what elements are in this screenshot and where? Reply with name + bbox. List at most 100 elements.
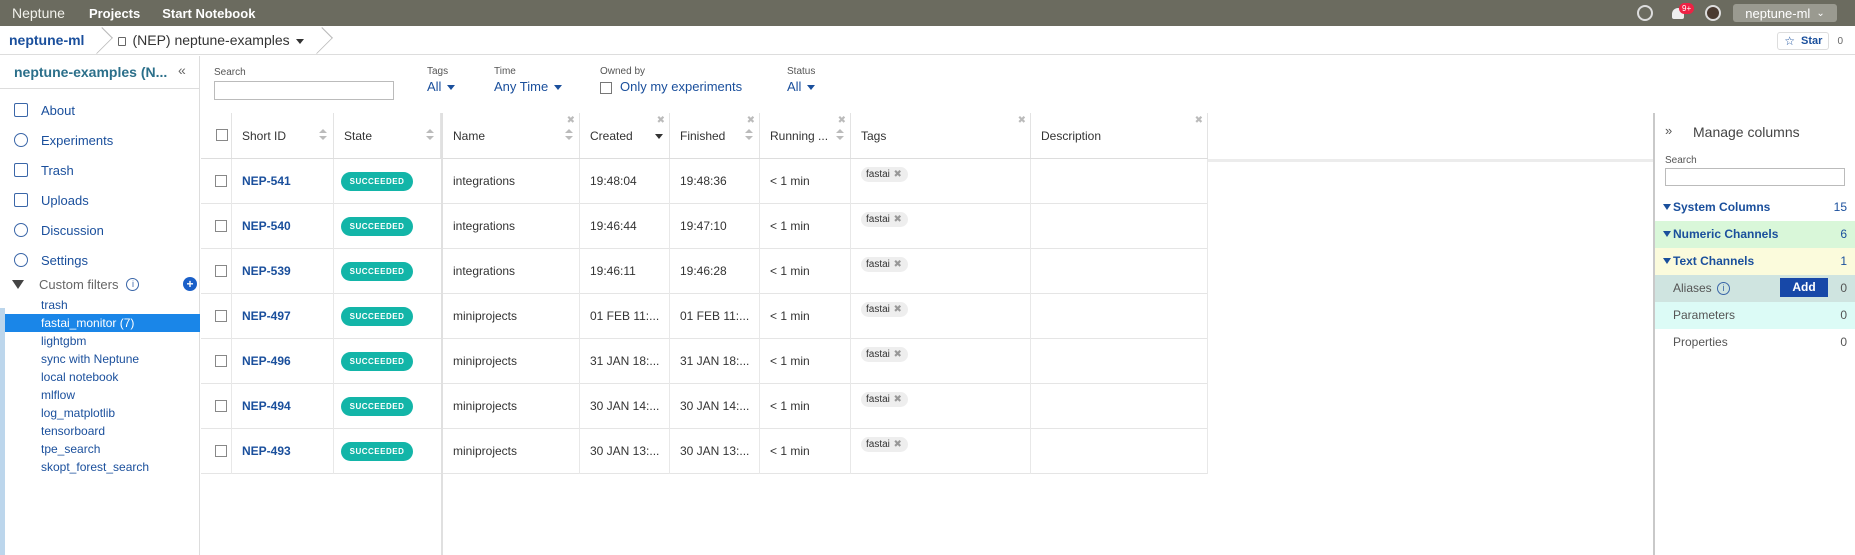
experiment-id-link[interactable]: NEP-494 <box>242 399 291 413</box>
nav-projects[interactable]: Projects <box>89 6 140 21</box>
remove-tag-icon[interactable]: ✖ <box>894 302 902 317</box>
tags-dropdown[interactable]: All <box>427 79 456 94</box>
nav-start-notebook[interactable]: Start Notebook <box>162 6 255 21</box>
column-name[interactable]: Name ✖ <box>443 113 580 158</box>
filter-item-log-matplotlib[interactable]: log_matplotlib <box>5 404 200 422</box>
remove-tag-icon[interactable]: ✖ <box>894 257 902 272</box>
filter-item-fastai-monitor[interactable]: fastai_monitor (7) <box>5 314 200 332</box>
close-icon[interactable]: ✖ <box>838 115 846 126</box>
description-cell[interactable] <box>1031 249 1208 294</box>
filter-item-skopt-forest-search[interactable]: skopt_forest_search <box>5 458 200 476</box>
add-filter-icon[interactable]: + <box>183 277 197 291</box>
status-dropdown[interactable]: All <box>787 79 816 94</box>
table-row[interactable]: NEP-493 SUCCEEDED miniprojects 30 JAN 13:..… <box>201 429 1208 474</box>
only-my-experiments-checkbox[interactable]: Only my experiments <box>600 79 742 94</box>
sidebar-item-uploads[interactable]: Uploads <box>14 190 89 210</box>
row-checkbox[interactable] <box>215 355 227 367</box>
sidebar-item-experiments[interactable]: Experiments <box>14 130 113 150</box>
table-row[interactable]: NEP-540 SUCCEEDED integrations 19:46:44 19:4… <box>201 204 1208 249</box>
column-group-aliases[interactable]: Aliases i Add 0 <box>1655 275 1855 302</box>
sort-icon[interactable] <box>426 129 434 141</box>
column-description[interactable]: Description ✖ <box>1031 113 1208 158</box>
search-input[interactable] <box>214 81 394 100</box>
close-icon[interactable]: ✖ <box>1018 115 1026 126</box>
remove-tag-icon[interactable]: ✖ <box>894 392 902 407</box>
row-checkbox[interactable] <box>215 400 227 412</box>
close-icon[interactable]: ✖ <box>657 115 665 126</box>
filter-item-lightgbm[interactable]: lightgbm <box>5 332 200 350</box>
description-cell[interactable] <box>1031 384 1208 429</box>
row-checkbox[interactable] <box>215 265 227 277</box>
tag-chip[interactable]: fastai ✖ <box>861 257 908 272</box>
tag-chip[interactable]: fastai ✖ <box>861 347 908 362</box>
experiment-id-link[interactable]: NEP-541 <box>242 174 291 188</box>
sidebar-item-trash[interactable]: Trash <box>14 160 74 180</box>
avatar[interactable] <box>1705 5 1721 21</box>
table-row[interactable]: NEP-539 SUCCEEDED integrations 19:46:11 19:4… <box>201 249 1208 294</box>
sort-icon[interactable] <box>745 129 753 141</box>
experiment-id-link[interactable]: NEP-496 <box>242 354 291 368</box>
select-all-checkbox[interactable] <box>216 129 228 141</box>
experiment-id-link[interactable]: NEP-493 <box>242 444 291 458</box>
experiment-id-link[interactable]: NEP-497 <box>242 309 291 323</box>
table-row[interactable]: NEP-494 SUCCEEDED miniprojects 30 JAN 14:..… <box>201 384 1208 429</box>
sidebar-item-discussion[interactable]: Discussion <box>14 220 104 240</box>
column-freeze-divider[interactable] <box>441 113 443 555</box>
add-alias-button[interactable]: Add <box>1780 278 1828 297</box>
column-finished[interactable]: Finished ✖ <box>670 113 760 158</box>
sort-desc-icon[interactable] <box>655 129 663 141</box>
table-row[interactable]: NEP-497 SUCCEEDED miniprojects 01 FEB 11:..… <box>201 294 1208 339</box>
expand-triangle-icon[interactable] <box>1663 204 1671 210</box>
row-checkbox[interactable] <box>215 220 227 232</box>
column-group-numeric-channels[interactable]: Numeric Channels 6 <box>1655 221 1855 248</box>
row-checkbox[interactable] <box>215 175 227 187</box>
info-icon[interactable]: i <box>1717 282 1730 295</box>
description-cell[interactable] <box>1031 294 1208 339</box>
tag-chip[interactable]: fastai ✖ <box>861 167 908 182</box>
column-created[interactable]: Created ✖ <box>580 113 670 158</box>
close-icon[interactable]: ✖ <box>567 115 575 126</box>
filter-item-tensorboard[interactable]: tensorboard <box>5 422 200 440</box>
remove-tag-icon[interactable]: ✖ <box>894 167 902 182</box>
bell-icon[interactable]: 9+ <box>1671 3 1695 20</box>
close-icon[interactable]: ✖ <box>1195 115 1203 126</box>
column-group-parameters[interactable]: Parameters 0 <box>1655 302 1855 329</box>
sort-icon[interactable] <box>836 129 844 141</box>
column-group-properties[interactable]: Properties 0 <box>1655 329 1855 356</box>
column-group-text-channels[interactable]: Text Channels 1 <box>1655 248 1855 275</box>
star-button[interactable]: ☆ Star <box>1777 32 1830 50</box>
tag-chip[interactable]: fastai ✖ <box>861 392 908 407</box>
sidebar-item-settings[interactable]: Settings <box>14 250 88 270</box>
breadcrumb-project[interactable]: (NEP) neptune-examples <box>132 32 304 48</box>
user-menu-button[interactable]: neptune-ml ⌄ <box>1733 4 1837 22</box>
filter-item-trash[interactable]: trash <box>5 296 200 314</box>
checkbox[interactable] <box>600 81 612 94</box>
column-running-time[interactable]: Running ... ✖ <box>760 113 851 158</box>
remove-tag-icon[interactable]: ✖ <box>894 347 902 362</box>
experiment-id-link[interactable]: NEP-540 <box>242 219 291 233</box>
help-icon[interactable] <box>1637 5 1653 21</box>
description-cell[interactable] <box>1031 339 1208 384</box>
info-icon[interactable]: i <box>126 277 140 291</box>
description-cell[interactable] <box>1031 429 1208 474</box>
sort-icon[interactable] <box>565 129 573 141</box>
expand-triangle-icon[interactable] <box>1663 258 1671 264</box>
time-dropdown[interactable]: Any Time <box>494 79 563 94</box>
close-icon[interactable]: ✖ <box>747 115 755 126</box>
table-row[interactable]: NEP-541 SUCCEEDED integrations 19:48:04 19:4… <box>201 159 1208 204</box>
remove-tag-icon[interactable]: ✖ <box>894 212 902 227</box>
filter-item-local-notebook[interactable]: local notebook <box>5 368 200 386</box>
filter-item-mlflow[interactable]: mlflow <box>5 386 200 404</box>
tag-chip[interactable]: fastai ✖ <box>861 302 908 317</box>
expand-triangle-icon[interactable] <box>1663 231 1671 237</box>
sort-icon[interactable] <box>319 129 327 141</box>
expand-panel-icon[interactable]: » <box>1665 123 1672 138</box>
column-state[interactable]: State <box>334 113 441 158</box>
filter-item-sync-with-neptune[interactable]: sync with Neptune <box>5 350 200 368</box>
filter-item-tpe-search[interactable]: tpe_search <box>5 440 200 458</box>
column-search-input[interactable] <box>1665 168 1845 186</box>
experiment-id-link[interactable]: NEP-539 <box>242 264 291 278</box>
description-cell[interactable] <box>1031 204 1208 249</box>
row-checkbox[interactable] <box>215 310 227 322</box>
column-group-system-columns[interactable]: System Columns 15 <box>1655 194 1855 221</box>
